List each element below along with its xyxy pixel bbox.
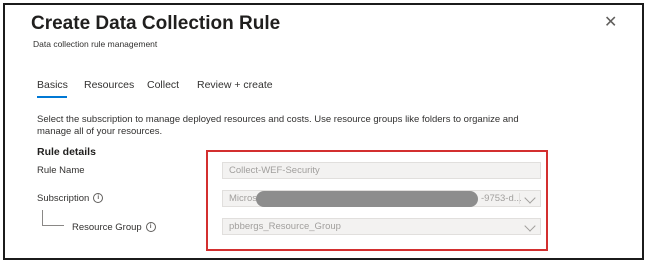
- highlight-box: [206, 150, 548, 251]
- tab-basics[interactable]: Basics: [37, 79, 68, 91]
- resource-group-label-wrap: Resource Group i: [72, 222, 156, 233]
- close-icon[interactable]: ✕: [604, 15, 617, 31]
- tab-review-create[interactable]: Review + create: [197, 79, 273, 91]
- active-tab-indicator: [37, 96, 67, 98]
- tree-connector-horizontal: [42, 225, 64, 226]
- tab-collect[interactable]: Collect: [147, 79, 179, 91]
- resource-group-label: Resource Group: [72, 222, 142, 233]
- section-title-rule-details: Rule details: [37, 146, 96, 158]
- description-text: Select the subscription to manage deploy…: [37, 114, 519, 137]
- subscription-label-wrap: Subscription i: [37, 193, 104, 204]
- rule-name-label: Rule Name: [37, 165, 85, 176]
- subscription-label: Subscription: [37, 193, 90, 204]
- page-subtitle: Data collection rule management: [33, 39, 158, 49]
- info-icon[interactable]: i: [145, 222, 156, 233]
- tab-resources[interactable]: Resources: [84, 79, 134, 91]
- info-icon[interactable]: i: [93, 193, 104, 204]
- tree-connector-vertical: [42, 210, 43, 225]
- page-title: Create Data Collection Rule: [31, 13, 281, 34]
